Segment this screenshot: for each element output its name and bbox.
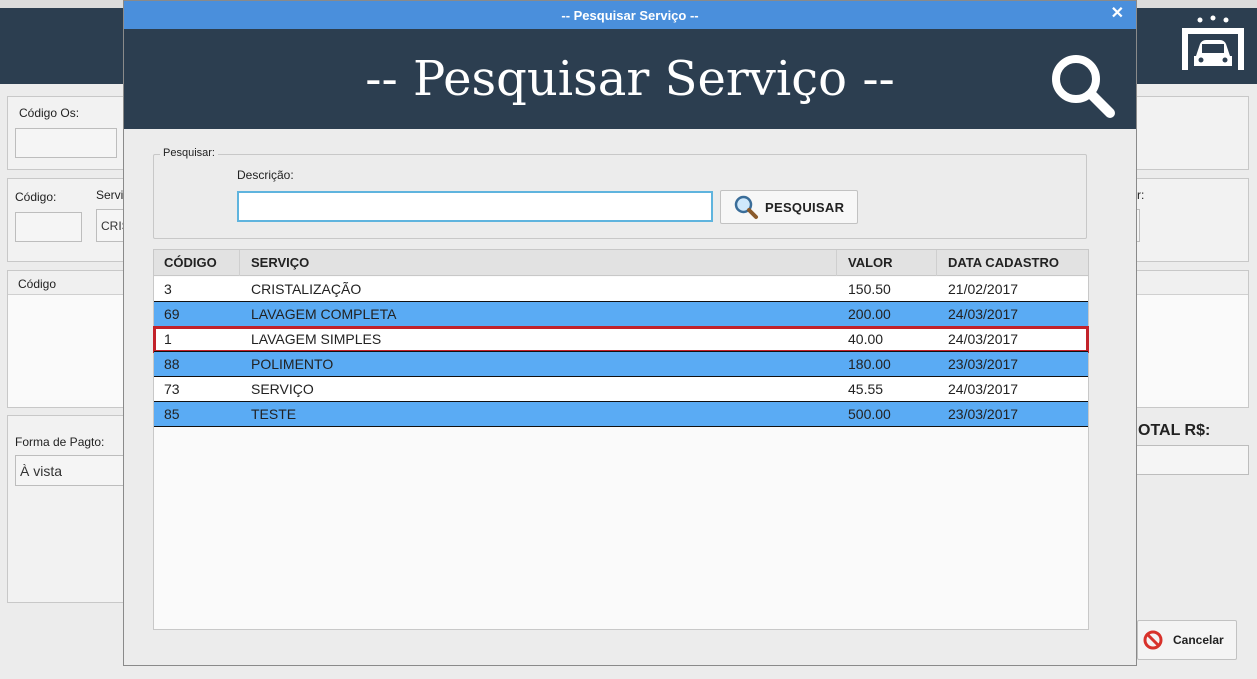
table-row[interactable]: 69 LAVAGEM COMPLETA 200.00 24/03/2017 — [154, 302, 1088, 327]
panel-right-top — [1136, 96, 1249, 170]
items-grid-col-codigo: Código — [18, 277, 57, 291]
codigo-label: Código: — [15, 190, 57, 204]
cell-servico: SERVIÇO — [251, 381, 314, 397]
panel-right-servico — [1136, 178, 1249, 262]
close-icon[interactable]: ✕ — [1111, 3, 1124, 23]
total-label: OTAL R$: — [1138, 422, 1211, 439]
descricao-input[interactable] — [237, 191, 713, 222]
cell-valor: 45.55 — [848, 381, 884, 397]
cell-servico: CRISTALIZAÇÃO — [251, 281, 362, 297]
cell-servico: LAVAGEM COMPLETA — [251, 306, 397, 322]
cell-data-cadastro: 24/03/2017 — [948, 306, 1019, 322]
cell-codigo: 1 — [164, 331, 172, 347]
table-header: CÓDIGO SERVIÇO VALOR DATA CADASTRO — [154, 250, 1088, 276]
dialog-banner: -- Pesquisar Serviço -- — [124, 29, 1136, 129]
search-icon — [1052, 55, 1115, 118]
codigo-os-label: Código Os: — [19, 106, 80, 120]
cell-data-cadastro: 23/03/2017 — [948, 356, 1019, 372]
cell-data-cadastro: 24/03/2017 — [948, 331, 1019, 347]
cell-servico: LAVAGEM SIMPLES — [251, 331, 382, 347]
codigo-os-input[interactable] — [15, 128, 117, 158]
cell-valor: 500.00 — [848, 406, 891, 422]
items-grid-right-header — [1136, 271, 1248, 295]
cell-data-cadastro: 24/03/2017 — [948, 381, 1019, 397]
cancel-button-label: Cancelar — [1173, 633, 1224, 647]
right-field-label: r: — [1137, 188, 1145, 202]
search-group: Pesquisar: Descrição: PESQUISAR — [153, 147, 1087, 239]
cell-servico: POLIMENTO — [251, 356, 334, 372]
pesquisar-button-label: PESQUISAR — [765, 199, 845, 215]
cell-valor: 180.00 — [848, 356, 891, 372]
cell-valor: 200.00 — [848, 306, 891, 322]
cell-data-cadastro: 23/03/2017 — [948, 406, 1019, 422]
search-group-legend: Pesquisar: — [160, 147, 218, 159]
descricao-label: Descrição: — [237, 168, 294, 182]
table-row[interactable]: 1 LAVAGEM SIMPLES 40.00 24/03/2017 — [153, 326, 1089, 353]
column-header-valor[interactable]: VALOR — [838, 250, 937, 276]
table-row[interactable]: 73 SERVIÇO 45.55 24/03/2017 — [154, 377, 1088, 402]
cancel-icon — [1143, 630, 1163, 650]
column-header-codigo[interactable]: CÓDIGO — [154, 250, 240, 276]
forma-pagto-value: À vista — [20, 463, 63, 479]
dialog-heading: -- Pesquisar Serviço -- — [365, 51, 895, 107]
dialog-titlebar[interactable]: -- Pesquisar Serviço -- ✕ — [124, 1, 1136, 29]
total-value-field — [1136, 445, 1249, 475]
servico-input-value: CRIS — [101, 219, 125, 233]
column-header-servico[interactable]: SERVIÇO — [241, 250, 837, 276]
servico-label: Servi — [96, 188, 124, 202]
column-header-data-cadastro[interactable]: DATA CADASTRO — [938, 250, 1088, 276]
cell-codigo: 85 — [164, 406, 180, 422]
servicos-table[interactable]: CÓDIGO SERVIÇO VALOR DATA CADASTRO 3 CRI… — [153, 249, 1089, 630]
cell-codigo: 73 — [164, 381, 180, 397]
cancel-button[interactable]: Cancelar — [1137, 620, 1237, 660]
magnifier-icon — [734, 195, 758, 219]
codigo-input[interactable] — [15, 212, 82, 242]
pesquisar-servico-dialog: -- Pesquisar Serviço -- ✕ -- Pesquisar S… — [123, 0, 1137, 666]
dialog-window-title: -- Pesquisar Serviço -- — [561, 7, 699, 23]
table-row[interactable]: 85 TESTE 500.00 23/03/2017 — [154, 402, 1088, 427]
car-wash-icon — [1182, 15, 1244, 70]
table-row[interactable]: 88 POLIMENTO 180.00 23/03/2017 — [154, 352, 1088, 377]
cell-valor: 40.00 — [848, 331, 884, 347]
cell-codigo: 69 — [164, 306, 180, 322]
table-row[interactable]: 3 CRISTALIZAÇÃO 150.50 21/02/2017 — [154, 277, 1088, 302]
pesquisar-button[interactable]: PESQUISAR — [720, 190, 858, 224]
cell-codigo: 3 — [164, 281, 172, 297]
cell-data-cadastro: 21/02/2017 — [948, 281, 1019, 297]
cell-servico: TESTE — [251, 406, 297, 422]
forma-pagto-label: Forma de Pagto: — [15, 435, 105, 449]
cell-codigo: 88 — [164, 356, 180, 372]
cell-valor: 150.50 — [848, 281, 891, 297]
